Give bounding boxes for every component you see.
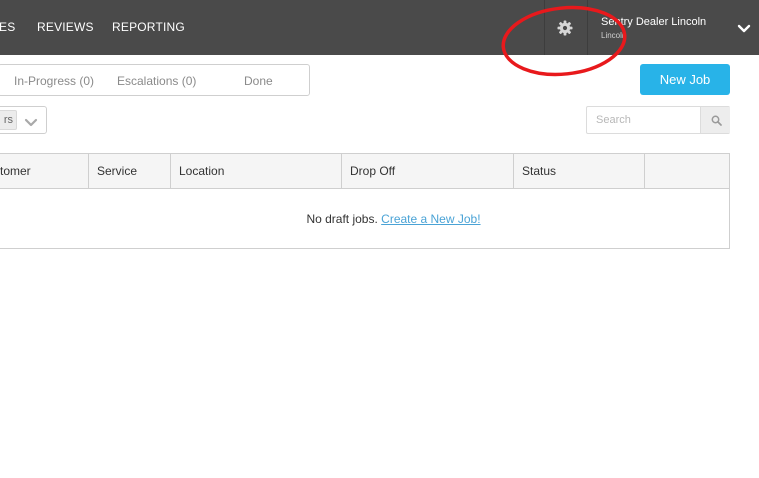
jobs-table: tomer Service Location Drop Off Status N… xyxy=(0,153,730,249)
chevron-down-icon[interactable] xyxy=(737,22,751,34)
empty-state-row: No draft jobs. Create a New Job! xyxy=(0,190,729,248)
empty-state-text: No draft jobs. xyxy=(306,212,378,226)
column-header-drop-off[interactable]: Drop Off xyxy=(342,154,514,189)
column-header-customer[interactable]: tomer xyxy=(0,154,89,189)
user-location: Lincoln xyxy=(601,31,627,40)
gear-icon[interactable] xyxy=(557,20,573,36)
column-header-location[interactable]: Location xyxy=(171,154,342,189)
search-button[interactable] xyxy=(700,107,730,133)
chevron-down-icon xyxy=(24,115,38,127)
user-name[interactable]: Sentry Dealer Lincoln xyxy=(601,16,706,28)
new-job-button[interactable]: New Job xyxy=(640,64,730,95)
tab-escalations[interactable]: Escalations (0) xyxy=(117,74,196,88)
nav-divider xyxy=(587,0,588,55)
column-header-actions xyxy=(645,154,729,189)
nav-divider xyxy=(544,0,545,55)
search-input[interactable] xyxy=(587,107,700,133)
job-status-tabs: In-Progress (0) Escalations (0) Done xyxy=(0,64,310,96)
column-header-status[interactable]: Status xyxy=(514,154,645,189)
nav-item-reviews[interactable]: REVIEWS xyxy=(37,20,94,34)
filter-selected-value: rs xyxy=(0,110,17,130)
search-icon xyxy=(711,115,722,126)
tab-done[interactable]: Done xyxy=(244,74,273,88)
top-navigation-bar: ES REVIEWS REPORTING Sentry Dealer Linco… xyxy=(0,0,759,55)
filter-dropdown[interactable]: rs xyxy=(0,106,47,134)
nav-item-reporting[interactable]: REPORTING xyxy=(112,20,185,34)
search-box xyxy=(586,106,730,134)
create-new-job-link[interactable]: Create a New Job! xyxy=(381,212,480,226)
table-header: tomer Service Location Drop Off Status xyxy=(0,154,729,189)
nav-item-truncated[interactable]: ES xyxy=(0,20,15,34)
column-header-service[interactable]: Service xyxy=(89,154,171,189)
tab-in-progress[interactable]: In-Progress (0) xyxy=(14,74,94,88)
